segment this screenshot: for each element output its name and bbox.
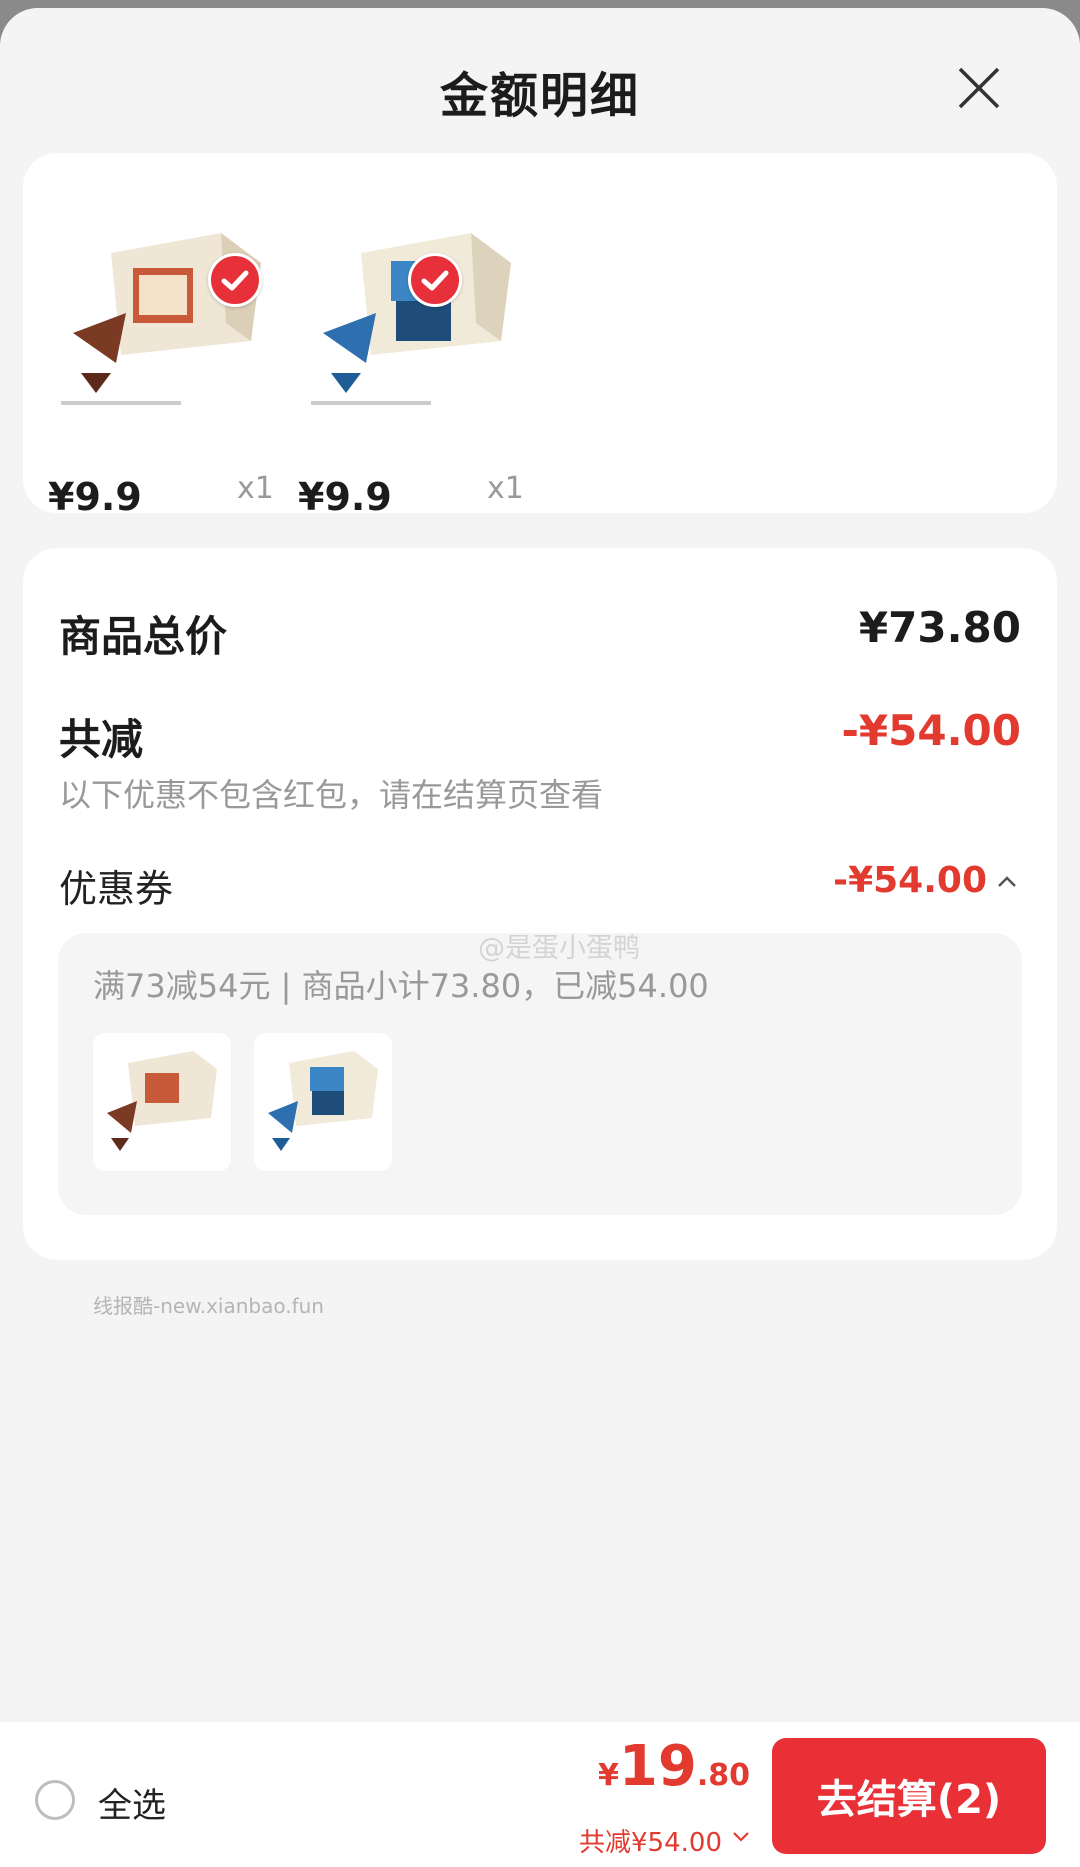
coupon-detail-text: 满73减54元 | 商品小计73.80，已减54.00	[93, 967, 709, 1005]
discount-note: 以下优惠不包含红包，请在结算页查看	[59, 776, 604, 814]
amount-detail-sheet: 金额明细 ¥9.9 x1 ¥9.9 x1 商品总价 ¥73.80 共减 -¥54…	[0, 8, 1080, 1867]
total-price-decimal: .80	[696, 1758, 750, 1793]
select-all-radio[interactable]	[35, 1780, 75, 1820]
product-image-glacier	[311, 233, 511, 405]
product-price: ¥9.9	[48, 475, 142, 519]
weibo-watermark: @是蛋小蛋鸭	[478, 933, 640, 964]
selected-check-icon[interactable]	[208, 253, 262, 307]
total-discount[interactable]: 共减¥54.00	[579, 1822, 722, 1859]
total-price: ¥19.80	[598, 1734, 750, 1799]
coupon-label: 优惠券	[59, 867, 174, 911]
products-card: ¥9.9 x1 ¥9.9 x1	[23, 153, 1057, 519]
total-value: ¥73.80	[858, 603, 1021, 652]
select-all-label[interactable]: 全选	[98, 1778, 166, 1827]
reduce-label: 共减	[59, 715, 144, 764]
page-title: 金额明细	[439, 68, 640, 124]
reduce-value: -¥54.00	[841, 706, 1021, 755]
close-icon[interactable]	[954, 63, 1004, 113]
coupon-product-thumb-volcano	[93, 1033, 231, 1171]
total-label: 商品总价	[59, 612, 228, 661]
price-summary-card: 商品总价 ¥73.80 共减 -¥54.00 以下优惠不包含红包，请在结算页查看…	[23, 548, 1057, 1260]
chevron-up-icon[interactable]	[995, 870, 1019, 894]
product-image-volcano	[61, 233, 261, 405]
total-price-integer: 19	[618, 1734, 697, 1799]
chevron-down-icon[interactable]	[732, 1830, 750, 1844]
checkout-button[interactable]: 去结算(2)	[772, 1738, 1046, 1854]
product-price: ¥9.9	[298, 475, 392, 519]
coupon-product-thumb-glacier	[254, 1033, 392, 1171]
coupon-detail-box: 满73减54元 | 商品小计73.80，已减54.00	[58, 933, 1022, 1215]
currency-symbol: ¥	[598, 1758, 619, 1793]
product-quantity: x1	[237, 471, 274, 506]
bottom-checkout-bar: 全选 ¥19.80 共减¥54.00 去结算(2)	[0, 1722, 1080, 1867]
coupon-value[interactable]: -¥54.00	[833, 860, 987, 901]
product-quantity: x1	[487, 471, 524, 506]
source-watermark: 线报酷-new.xianbao.fun	[93, 1294, 324, 1318]
selected-check-icon[interactable]	[408, 253, 462, 307]
